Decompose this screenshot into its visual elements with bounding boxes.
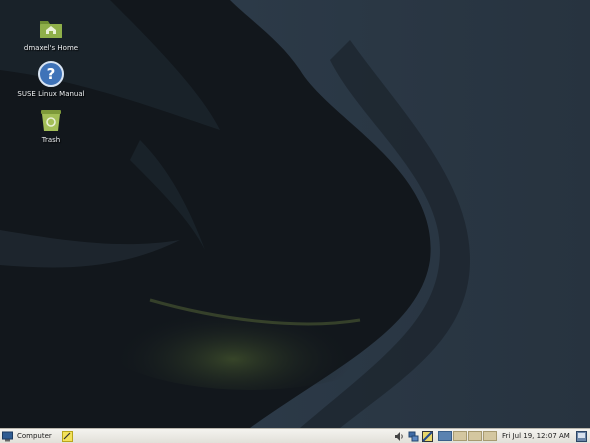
computer-menu-button[interactable]: Computer [2,429,54,443]
desktop-icon-manual[interactable]: ? SUSE Linux Manual [11,60,91,99]
workspace-2[interactable] [453,431,467,441]
trash-icon [41,110,61,131]
volume-glyph [395,431,403,441]
workspace-4[interactable] [483,431,497,441]
tray-app-icon[interactable] [422,429,434,443]
workspace-1[interactable] [438,431,452,441]
tray-app-glyph [422,430,433,442]
desktop-icon-home[interactable]: dmaxel's Home [11,14,91,53]
home-folder-icon [40,21,62,38]
bottom-panel: Computer Fri Jul 19, 12:07 AM [0,428,590,443]
show-desktop-icon [576,430,587,442]
network-glyph [408,431,419,441]
volume-icon[interactable] [394,429,406,443]
desktop[interactable]: dmaxel's Home ? SUSE Linux Manual Trash [0,0,590,428]
svg-text:?: ? [47,65,56,83]
desktop-icon-trash[interactable]: Trash [11,106,91,145]
show-desktop-button[interactable] [576,429,588,443]
notes-icon [61,430,73,442]
workspace-3[interactable] [468,431,482,441]
desktop-icon-label: SUSE Linux Manual [17,90,85,98]
notes-launcher[interactable] [60,429,74,443]
computer-menu-label: Computer [17,432,52,440]
help-icon: ? [38,61,64,87]
clock[interactable]: Fri Jul 19, 12:07 AM [502,429,572,443]
desktop-icon-label: dmaxel's Home [23,44,79,52]
network-icon[interactable] [408,429,420,443]
desktop-icon-label: Trash [41,136,61,144]
computer-icon [2,431,13,441]
